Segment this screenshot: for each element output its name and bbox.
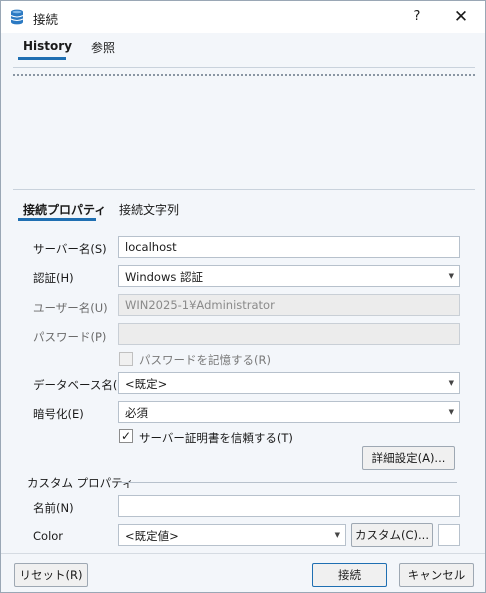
password-input[interactable] [118,323,460,345]
database-label: データベース名(D) [33,378,131,392]
server-name-label: サーバー名(S) [33,242,107,256]
encrypt-select[interactable]: 必須 ▼ [118,401,460,423]
tab-browse[interactable]: 参照 [91,39,115,63]
color-select[interactable]: <既定値> ▼ [118,524,346,546]
custom-properties-divider [118,482,457,483]
close-button[interactable]: ✕ [447,5,475,29]
user-name-value: WIN2025-1¥Administrator [125,298,275,312]
auth-label: 認証(H) [33,271,74,285]
tab-connection-string[interactable]: 接続文字列 [119,201,179,225]
name-input[interactable] [118,495,460,517]
encrypt-value: 必須 [125,406,148,420]
section-separator [13,189,475,190]
connection-dialog: 接続 ? ✕ History 参照 接続プロパティ 接続文字列 サーバー名(S)… [0,0,486,593]
user-name-input[interactable]: WIN2025-1¥Administrator [118,294,460,316]
user-name-label: ユーザー名(U) [33,301,108,315]
trust-certificate-checkbox[interactable]: ✓ [119,429,133,443]
remember-password-checkbox[interactable] [119,352,133,366]
color-label: Color [33,529,64,543]
window-title: 接続 [33,12,59,27]
tab-connection-properties[interactable]: 接続プロパティ [23,201,106,225]
auth-value: Windows 認証 [125,270,203,284]
history-divider [13,74,475,76]
title-bar: 接続 ? ✕ [1,1,485,33]
database-select[interactable]: <既定> ▼ [118,372,460,394]
database-value: <既定> [125,377,168,391]
trust-certificate-label: サーバー証明書を信頼する(T) [139,431,293,445]
reset-button[interactable]: リセット(R) [14,563,88,587]
server-name-input[interactable]: localhost [118,236,460,258]
cancel-button[interactable]: キャンセル [399,563,474,587]
custom-color-button[interactable]: カスタム(C)... [351,523,433,547]
database-icon [10,9,24,25]
name-label: 名前(N) [33,501,74,515]
chevron-down-icon: ▼ [448,272,454,280]
password-label: パスワード(P) [33,330,107,344]
history-list[interactable] [13,81,475,187]
color-value: <既定値> [125,529,179,543]
chevron-down-icon: ▼ [448,379,454,387]
encrypt-label: 暗号化(E) [33,407,84,421]
tab-separator [13,67,475,68]
server-name-value: localhost [125,240,177,254]
auth-select[interactable]: Windows 認証 ▼ [118,265,460,287]
chevron-down-icon: ▼ [334,531,340,539]
footer-separator [1,553,485,554]
advanced-settings-button[interactable]: 詳細設定(A)... [362,446,455,470]
remember-password-label: パスワードを記憶する(R) [139,353,271,367]
tab-history-underline [18,57,66,60]
color-swatch [438,524,460,546]
help-button[interactable]: ? [405,5,429,29]
chevron-down-icon: ▼ [448,408,454,416]
connect-button[interactable]: 接続 [312,563,387,587]
tab-connection-properties-underline [18,218,96,221]
custom-properties-label: カスタム プロパティ [27,476,134,490]
